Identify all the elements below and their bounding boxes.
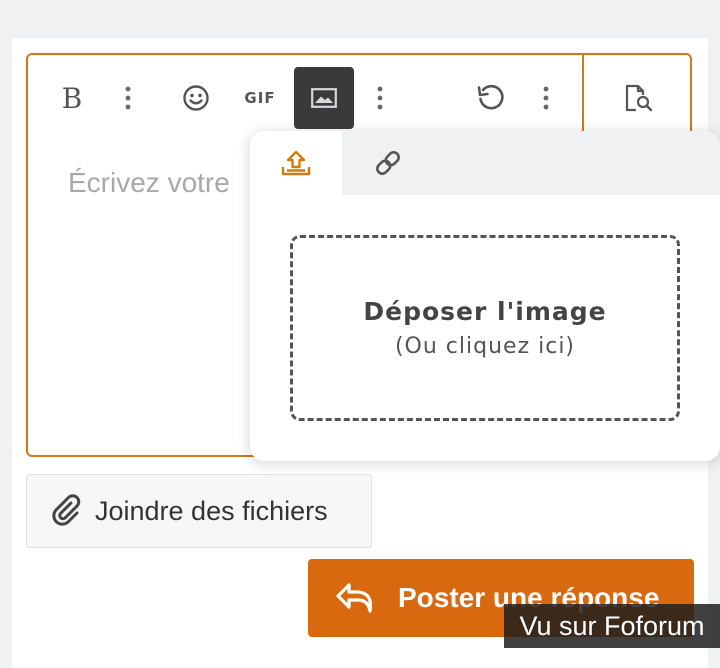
attach-files-button[interactable]: Joindre des fichiers: [26, 474, 372, 548]
attach-files-label: Joindre des fichiers: [95, 495, 328, 526]
tab-upload[interactable]: [250, 131, 342, 195]
gif-icon: GIF: [244, 89, 276, 107]
insert-image-popup: Déposer l'image (Ou cliquez ici): [250, 131, 720, 461]
dropzone-title: Déposer l'image: [363, 297, 607, 326]
undo-button[interactable]: [460, 67, 520, 129]
image-dropzone[interactable]: Déposer l'image (Ou cliquez ici): [290, 235, 680, 421]
bold-button[interactable]: B: [42, 67, 102, 129]
preview-icon: [625, 84, 653, 112]
toolbar-divider: [582, 55, 584, 143]
emoji-icon: [183, 85, 209, 111]
more-format-button[interactable]: [98, 67, 158, 129]
image-button[interactable]: [294, 67, 354, 129]
dropzone-subtitle: (Ou cliquez ici): [394, 334, 576, 359]
more-vertical-icon: [543, 86, 549, 110]
paperclip-icon: [52, 494, 81, 526]
preview-button[interactable]: [608, 67, 668, 129]
undo-icon: [477, 84, 504, 110]
more-insert-button[interactable]: [350, 67, 410, 129]
link-icon: [376, 151, 400, 175]
gif-button[interactable]: GIF: [230, 67, 290, 129]
editor-toolbar: B GIF: [28, 55, 584, 141]
upload-icon: [281, 150, 311, 176]
watermark: Vu sur Foforum: [504, 604, 720, 648]
emoji-button[interactable]: [166, 67, 226, 129]
message-placeholder: Écrivez votre: [68, 167, 230, 198]
bold-icon: B: [61, 81, 83, 115]
tab-link[interactable]: [342, 131, 434, 195]
popup-tab-bar: [250, 131, 720, 195]
reply-icon: [336, 583, 373, 613]
image-icon: [311, 88, 337, 108]
more-vertical-icon: [125, 86, 131, 110]
more-vertical-icon: [377, 86, 383, 110]
more-history-button[interactable]: [516, 67, 576, 129]
